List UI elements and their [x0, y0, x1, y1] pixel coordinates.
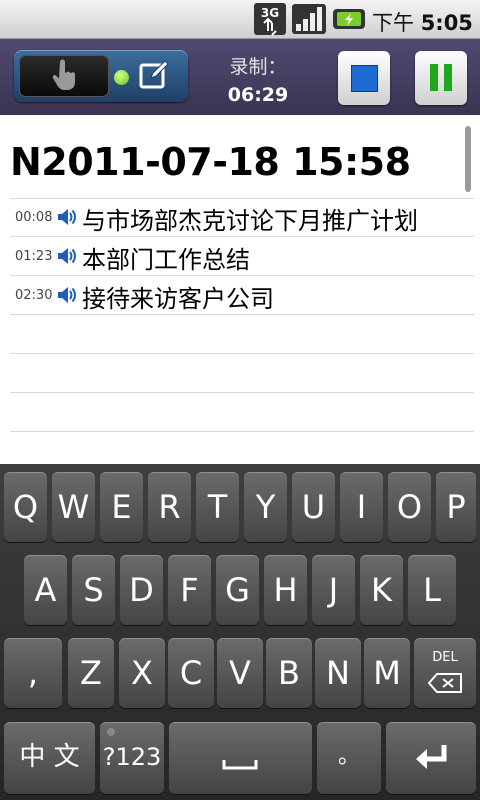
key-x[interactable]: X — [119, 638, 165, 708]
signal-strength-icon — [292, 4, 326, 34]
key-u[interactable]: U — [292, 472, 335, 542]
backspace-icon — [427, 673, 462, 693]
battery-charging-icon — [333, 9, 365, 29]
stop-icon — [351, 65, 378, 92]
key-h[interactable]: H — [264, 555, 307, 625]
key-c[interactable]: C — [168, 638, 214, 708]
key-s[interactable]: S — [72, 555, 115, 625]
record-elapsed-time: 06:29 — [227, 84, 289, 106]
key-w[interactable]: W — [52, 472, 95, 542]
key-a[interactable]: A — [24, 555, 67, 625]
note-entry[interactable]: 01:23 本部门工作总结 — [10, 237, 474, 275]
key-n[interactable]: N — [315, 638, 361, 708]
key-hint-dot — [107, 728, 115, 736]
key-m[interactable]: M — [364, 638, 410, 708]
pause-button[interactable] — [415, 51, 467, 105]
delete-label: DEL — [432, 650, 458, 665]
entry-text: 接待来访客户公司 — [82, 285, 274, 313]
note-editor[interactable]: N2011-07-18 15:58 00:08 与市场部杰克讨论下月推广计划 0… — [0, 116, 480, 464]
key-b[interactable]: B — [266, 638, 312, 708]
status-bar: 3G 下午 5:05 — [0, 0, 480, 39]
key-delete[interactable]: DEL — [414, 638, 476, 708]
key-i[interactable]: I — [340, 472, 383, 542]
key-k[interactable]: K — [360, 555, 403, 625]
key-j[interactable]: J — [312, 555, 355, 625]
note-title[interactable]: N2011-07-18 15:58 — [10, 140, 411, 184]
hand-pointer-icon — [52, 59, 75, 90]
key-d[interactable]: D — [120, 555, 163, 625]
key-e[interactable]: E — [100, 472, 143, 542]
key-f[interactable]: F — [168, 555, 211, 625]
network-3g-icon: 3G — [254, 3, 286, 35]
key-r[interactable]: R — [148, 472, 191, 542]
key-t[interactable]: T — [196, 472, 239, 542]
input-mode-group — [14, 50, 188, 102]
space-icon — [222, 760, 258, 770]
entry-timestamp: 01:23 — [15, 249, 53, 264]
entry-text: 本部门工作总结 — [82, 246, 250, 274]
key-l[interactable]: L — [408, 555, 456, 625]
key-o[interactable]: O — [388, 472, 431, 542]
key-symbols[interactable]: ?123 — [100, 722, 164, 794]
speaker-icon[interactable] — [56, 206, 78, 228]
scrollbar-thumb[interactable] — [465, 126, 471, 192]
svg-text:3G: 3G — [261, 6, 279, 20]
entry-timestamp: 02:30 — [15, 288, 53, 303]
recording-indicator — [114, 70, 129, 85]
speaker-icon[interactable] — [56, 245, 78, 267]
status-clock: 下午 5:05 — [372, 11, 473, 35]
enter-icon — [416, 745, 447, 769]
pause-icon — [430, 64, 438, 91]
key-q[interactable]: Q — [4, 472, 47, 542]
speaker-icon[interactable] — [56, 284, 78, 306]
soft-keyboard: Q W E R T Y U I O P A S D F G H J K L , … — [0, 464, 480, 800]
key-g[interactable]: G — [216, 555, 259, 625]
key-p[interactable]: P — [436, 472, 476, 542]
key-enter[interactable] — [386, 722, 476, 794]
key-z[interactable]: Z — [68, 638, 114, 708]
note-entry[interactable]: 00:08 与市场部杰克讨论下月推广计划 — [10, 198, 474, 236]
recording-toolbar: 录制： 06:29 — [0, 39, 480, 115]
stop-button[interactable] — [338, 51, 390, 105]
touch-mode-button[interactable] — [19, 55, 109, 97]
entry-text: 与市场部杰克讨论下月推广计划 — [82, 207, 418, 235]
key-period[interactable]: 。 — [317, 722, 381, 794]
key-language-chinese[interactable]: 中 文 — [4, 722, 95, 794]
key-y[interactable]: Y — [244, 472, 287, 542]
key-space[interactable] — [169, 722, 312, 794]
key-comma[interactable]: , — [4, 638, 62, 708]
record-label: 录制： — [229, 56, 287, 78]
key-v[interactable]: V — [217, 638, 263, 708]
note-entry[interactable]: 02:30 接待来访客户公司 — [10, 276, 474, 314]
edit-icon[interactable] — [138, 59, 170, 91]
entry-timestamp: 00:08 — [15, 210, 53, 225]
